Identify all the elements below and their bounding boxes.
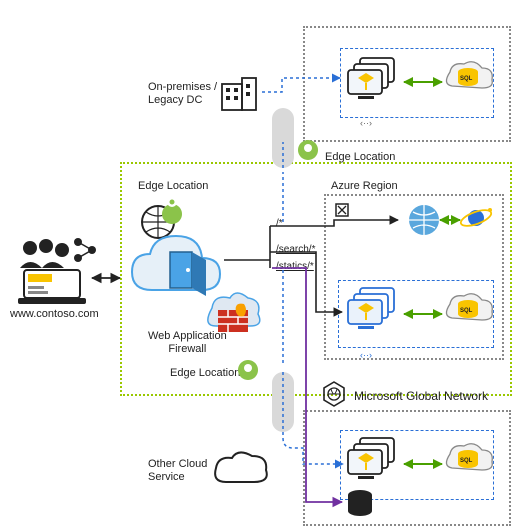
route-statics-label: /statics/* xyxy=(276,261,314,273)
edge-location-top-label: Edge Location xyxy=(325,151,395,164)
edge-location-main-label: Edge Location xyxy=(138,180,208,193)
internet-bottom-label: Internet xyxy=(280,383,293,420)
route-root-label: /* xyxy=(276,218,283,230)
azure-compute-subnet-box xyxy=(338,280,494,348)
other-cloud-label: Other Cloud Service xyxy=(148,458,207,483)
internet-top-label: Internet xyxy=(280,119,293,156)
onprem-label: On-premises / Legacy DC xyxy=(148,81,217,106)
building-icon xyxy=(222,78,256,110)
msgn-label: Microsoft Global Network xyxy=(354,390,488,404)
azure-region-label: Azure Region xyxy=(331,180,398,193)
cloud-outline-icon xyxy=(215,452,267,482)
route-search-label: /search/* xyxy=(276,244,315,256)
onprem-compute-box xyxy=(340,48,494,118)
edge-pin-top-icon xyxy=(298,140,318,160)
site-url-label: www.contoso.com xyxy=(10,308,99,321)
users-icon xyxy=(20,238,96,268)
msgn-compute-box xyxy=(340,430,494,500)
edge-location-bottom-label: Edge Location xyxy=(170,367,240,380)
laptop-icon xyxy=(18,270,86,304)
waf-label: Web Application Firewall xyxy=(148,330,227,355)
